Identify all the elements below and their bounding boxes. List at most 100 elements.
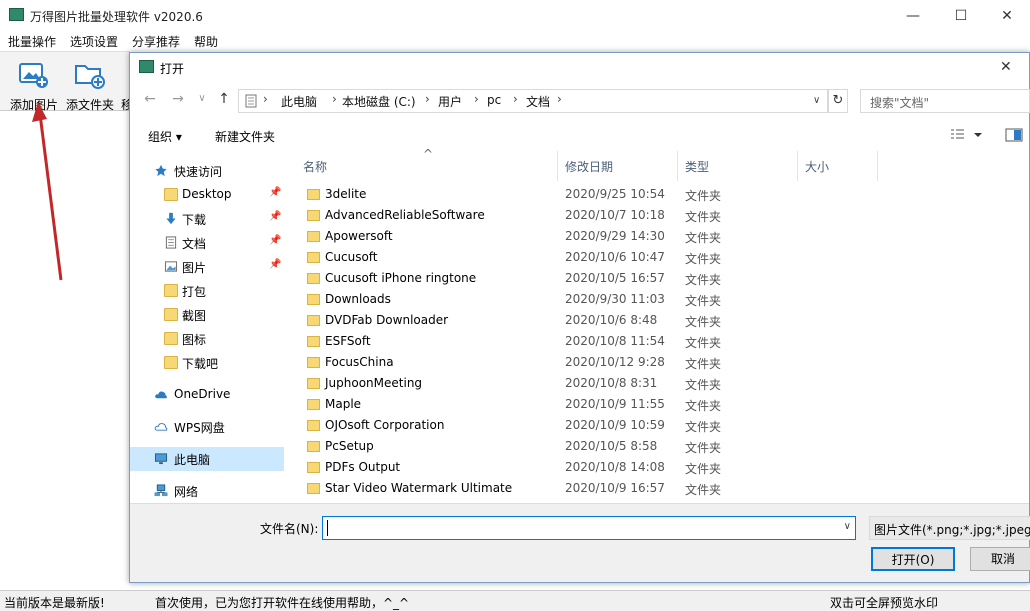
sidebar-item-network[interactable]: 网络 (130, 479, 284, 503)
search-input[interactable]: 搜索"文档" (860, 89, 1030, 113)
sidebar-label: 网络 (174, 485, 199, 499)
column-header-size[interactable]: 大小 (798, 151, 878, 181)
sidebar-item-onedrive[interactable]: OneDrive (130, 383, 284, 407)
address-bar[interactable]: › 此电脑 › 本地磁盘 (C:) › 用户 › pc › 文档 › ∨ (238, 89, 828, 113)
sidebar-label: 打包 (182, 285, 207, 299)
sidebar-item-wps-drive[interactable]: WPS网盘 (130, 415, 284, 439)
table-row[interactable]: Downloads 2020/9/30 11:03 文件夹 (286, 289, 1029, 310)
filename-input[interactable]: ∨ (322, 516, 856, 540)
column-header-label: 大小 (805, 160, 830, 174)
breadcrumb-users[interactable]: 用户 (438, 93, 462, 110)
filetype-select[interactable]: 图片文件(*.png;*.jpg;*.jpeg;* (869, 516, 1030, 540)
back-button[interactable]: ← (140, 91, 160, 109)
file-date: 2020/10/12 9:28 (565, 355, 665, 369)
sidebar-item-quick-access[interactable]: 快速访问 (130, 159, 284, 183)
status-version: 当前版本是最新版! (4, 596, 105, 610)
file-date: 2020/9/29 14:30 (565, 229, 665, 243)
forward-button[interactable]: → (168, 91, 188, 109)
sidebar-item-tubiao[interactable]: 图标 (130, 327, 284, 351)
table-row[interactable]: OJOsoft Corporation 2020/10/9 10:59 文件夹 (286, 415, 1029, 436)
address-dropdown-icon[interactable]: ∨ (813, 95, 820, 106)
table-row[interactable]: FocusChina 2020/10/12 9:28 文件夹 (286, 352, 1029, 373)
dialog-app-icon (139, 60, 154, 73)
preview-pane-icon[interactable] (1005, 128, 1023, 142)
sidebar-label: WPS网盘 (174, 421, 225, 435)
menu-batch[interactable]: 批量操作 (8, 33, 56, 50)
view-options-icon[interactable] (950, 128, 984, 142)
table-row[interactable]: Maple 2020/10/9 11:55 文件夹 (286, 394, 1029, 415)
sidebar-label: Desktop (182, 187, 232, 201)
folder-icon (164, 308, 178, 321)
cloud-icon (155, 391, 167, 399)
file-name: FocusChina (325, 355, 394, 369)
table-row[interactable]: Apowersoft 2020/9/29 14:30 文件夹 (286, 226, 1029, 247)
file-name: Star Video Watermark Ultimate (325, 481, 513, 495)
sidebar-item-desktop[interactable]: Desktop 📌 (130, 183, 284, 207)
breadcrumb-pc[interactable]: pc (487, 93, 501, 107)
file-name: JuphoonMeeting (325, 376, 423, 390)
breadcrumb-this-pc[interactable]: 此电脑 (281, 93, 317, 110)
add-folder-label: 添文件夹 (65, 98, 114, 112)
sidebar-item-jietu[interactable]: 截图 (130, 303, 284, 327)
breadcrumb-documents[interactable]: 文档 (526, 93, 550, 110)
breadcrumb-sep-icon: › (332, 92, 337, 106)
file-name: OJOsoft Corporation (325, 418, 445, 432)
table-row[interactable]: DVDFab Downloader 2020/10/6 8:48 文件夹 (286, 310, 1029, 331)
folder-icon (307, 273, 320, 284)
organize-button[interactable]: 组织 ▾ (148, 128, 182, 145)
sidebar-item-pictures[interactable]: 图片 📌 (130, 255, 284, 279)
sidebar-item-downloads[interactable]: 下载 📌 (130, 207, 284, 231)
file-name: Apowersoft (325, 229, 393, 243)
table-row[interactable]: JuphoonMeeting 2020/10/8 8:31 文件夹 (286, 373, 1029, 394)
breadcrumb-sep-icon: › (513, 92, 518, 106)
recent-locations-button[interactable]: ∨ (192, 93, 212, 111)
sidebar-item-documents[interactable]: 文档 📌 (130, 231, 284, 255)
column-header-name[interactable]: 名称 ^ (286, 147, 558, 181)
table-row[interactable]: AdvancedReliableSoftware 2020/10/7 10:18 文… (286, 205, 1029, 226)
menu-help[interactable]: 帮助 (194, 33, 218, 50)
cancel-button[interactable]: 取消 (970, 547, 1030, 571)
breadcrumb-c-drive[interactable]: 本地磁盘 (C:) (342, 93, 416, 110)
computer-icon (154, 453, 168, 465)
refresh-button[interactable]: ↻ (828, 89, 848, 113)
table-row[interactable]: ESFSoft 2020/10/8 11:54 文件夹 (286, 331, 1029, 352)
pin-icon: 📌 (269, 259, 282, 270)
status-bar: 当前版本是最新版! 首次使用，已为您打开软件在线使用帮助，^_^ 双击可全屏预览… (0, 590, 1030, 611)
sidebar-label: 截图 (182, 309, 207, 323)
dialog-close-button[interactable]: ✕ (1000, 59, 1012, 75)
menu-share[interactable]: 分享推荐 (132, 33, 180, 50)
table-row[interactable]: Cucusoft iPhone ringtone 2020/10/5 16:57 文… (286, 268, 1029, 289)
breadcrumb-sep-icon: › (425, 92, 430, 106)
star-icon (155, 164, 167, 177)
table-row[interactable]: Star Video Watermark Ultimate 2020/10/9 1… (286, 478, 1029, 499)
annotation-arrow (32, 102, 63, 281)
file-date: 2020/9/30 11:03 (565, 292, 665, 306)
sidebar-item-this-pc[interactable]: 此电脑 (130, 447, 284, 471)
close-button[interactable]: ✕ (984, 0, 1030, 31)
file-date: 2020/10/8 8:31 (565, 376, 658, 390)
table-row[interactable]: PDFs Output 2020/10/8 14:08 文件夹 (286, 457, 1029, 478)
sidebar-label: 下载吧 (182, 357, 219, 371)
filename-label: 文件名(N): (260, 522, 319, 536)
file-type: 文件夹 (685, 357, 722, 371)
add-folder-icon (75, 65, 105, 89)
folder-icon (307, 294, 320, 305)
table-row[interactable]: 3delite 2020/9/25 10:54 文件夹 (286, 184, 1029, 205)
minimize-button[interactable]: — (890, 0, 936, 31)
new-folder-button[interactable]: 新建文件夹 (215, 128, 275, 145)
table-row[interactable]: PcSetup 2020/10/5 8:58 文件夹 (286, 436, 1029, 457)
sidebar-item-xiazaiba[interactable]: 下载吧 (130, 351, 284, 375)
menu-options[interactable]: 选项设置 (70, 33, 118, 50)
column-header-date[interactable]: 修改日期 (558, 151, 678, 181)
file-type: 文件夹 (685, 441, 722, 455)
open-button[interactable]: 打开(O) (871, 547, 955, 571)
up-button[interactable]: ↑ (214, 91, 234, 109)
add-folder-button[interactable]: 添文件夹 (62, 58, 118, 112)
folder-icon (307, 315, 320, 326)
table-row[interactable]: Cucusoft 2020/10/6 10:47 文件夹 (286, 247, 1029, 268)
sidebar-item-dabao[interactable]: 打包 (130, 279, 284, 303)
file-name: Cucusoft iPhone ringtone (325, 271, 477, 285)
column-header-type[interactable]: 类型 (678, 151, 798, 181)
chevron-down-icon[interactable]: ∨ (844, 521, 851, 532)
maximize-button[interactable]: ☐ (938, 0, 984, 31)
